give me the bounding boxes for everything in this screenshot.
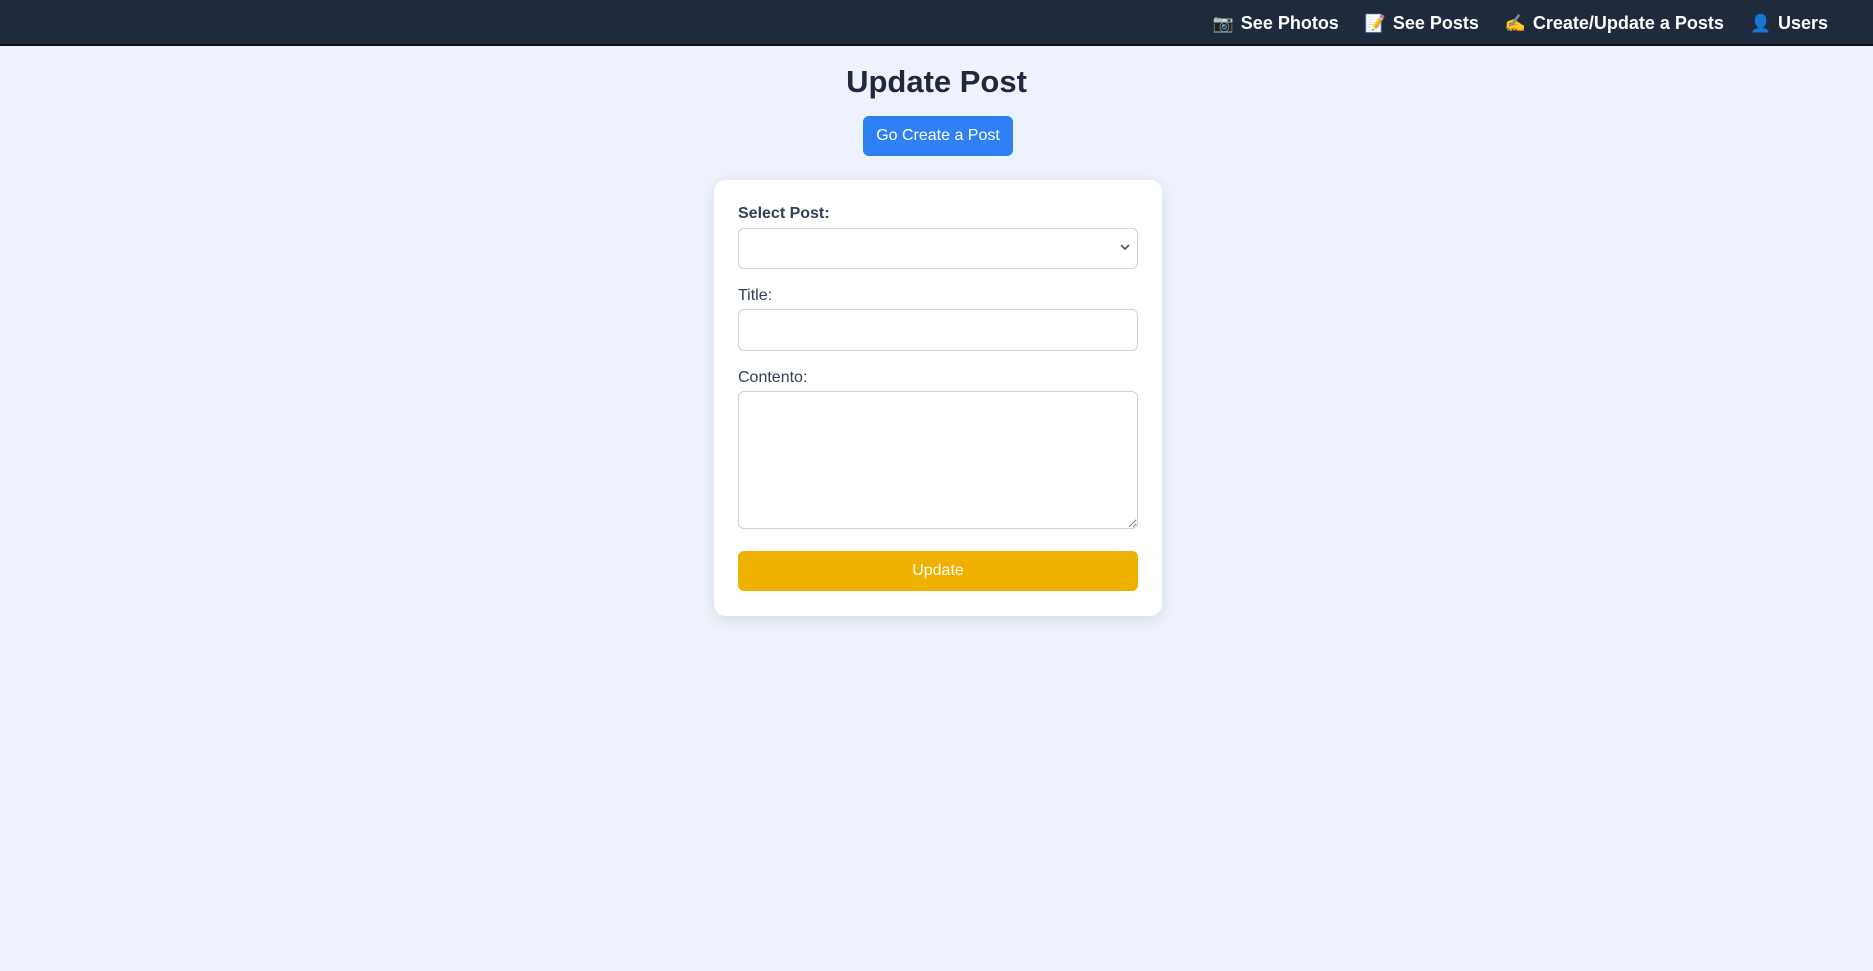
update-button[interactable]: Update: [738, 551, 1138, 591]
select-post-label: Select Post:: [738, 205, 830, 222]
nav-create-update-posts[interactable]: ✍️ Create/Update a Posts: [1505, 13, 1724, 34]
select-post-dropdown[interactable]: [738, 228, 1138, 269]
nav-users-label: Users: [1777, 12, 1828, 33]
go-create-post-button[interactable]: Go Create a Post: [863, 116, 1013, 156]
nav-users[interactable]: 👤 Users: [1750, 13, 1828, 34]
nav-create-update-posts-label: Create/Update a Posts: [1532, 12, 1724, 33]
top-navbar: 📷 See Photos 📝 See Posts ✍️ Create/Updat…: [0, 0, 1873, 46]
nav-see-photos[interactable]: 📷 See Photos: [1213, 13, 1339, 34]
memo-icon: 📝: [1364, 13, 1386, 33]
title-label: Title:: [738, 287, 773, 304]
chevron-down-icon: [1120, 244, 1130, 250]
nav-see-posts[interactable]: 📝 See Posts: [1365, 13, 1479, 34]
main-nav: 📷 See Photos 📝 See Posts ✍️ Create/Updat…: [1213, 0, 1828, 46]
camera-icon: 📷: [1212, 13, 1234, 33]
page-title: Update Post: [846, 64, 1027, 99]
user-icon: 👤: [1749, 13, 1772, 33]
content-textarea[interactable]: [738, 391, 1138, 529]
update-post-form: Select Post: Title: Contento: Update: [714, 180, 1162, 616]
nav-see-posts-label: See Posts: [1392, 12, 1479, 33]
title-input[interactable]: [738, 309, 1138, 351]
content-label: Contento:: [738, 369, 808, 386]
writing-hand-icon: ✍️: [1504, 13, 1527, 33]
nav-see-photos-label: See Photos: [1240, 12, 1339, 33]
